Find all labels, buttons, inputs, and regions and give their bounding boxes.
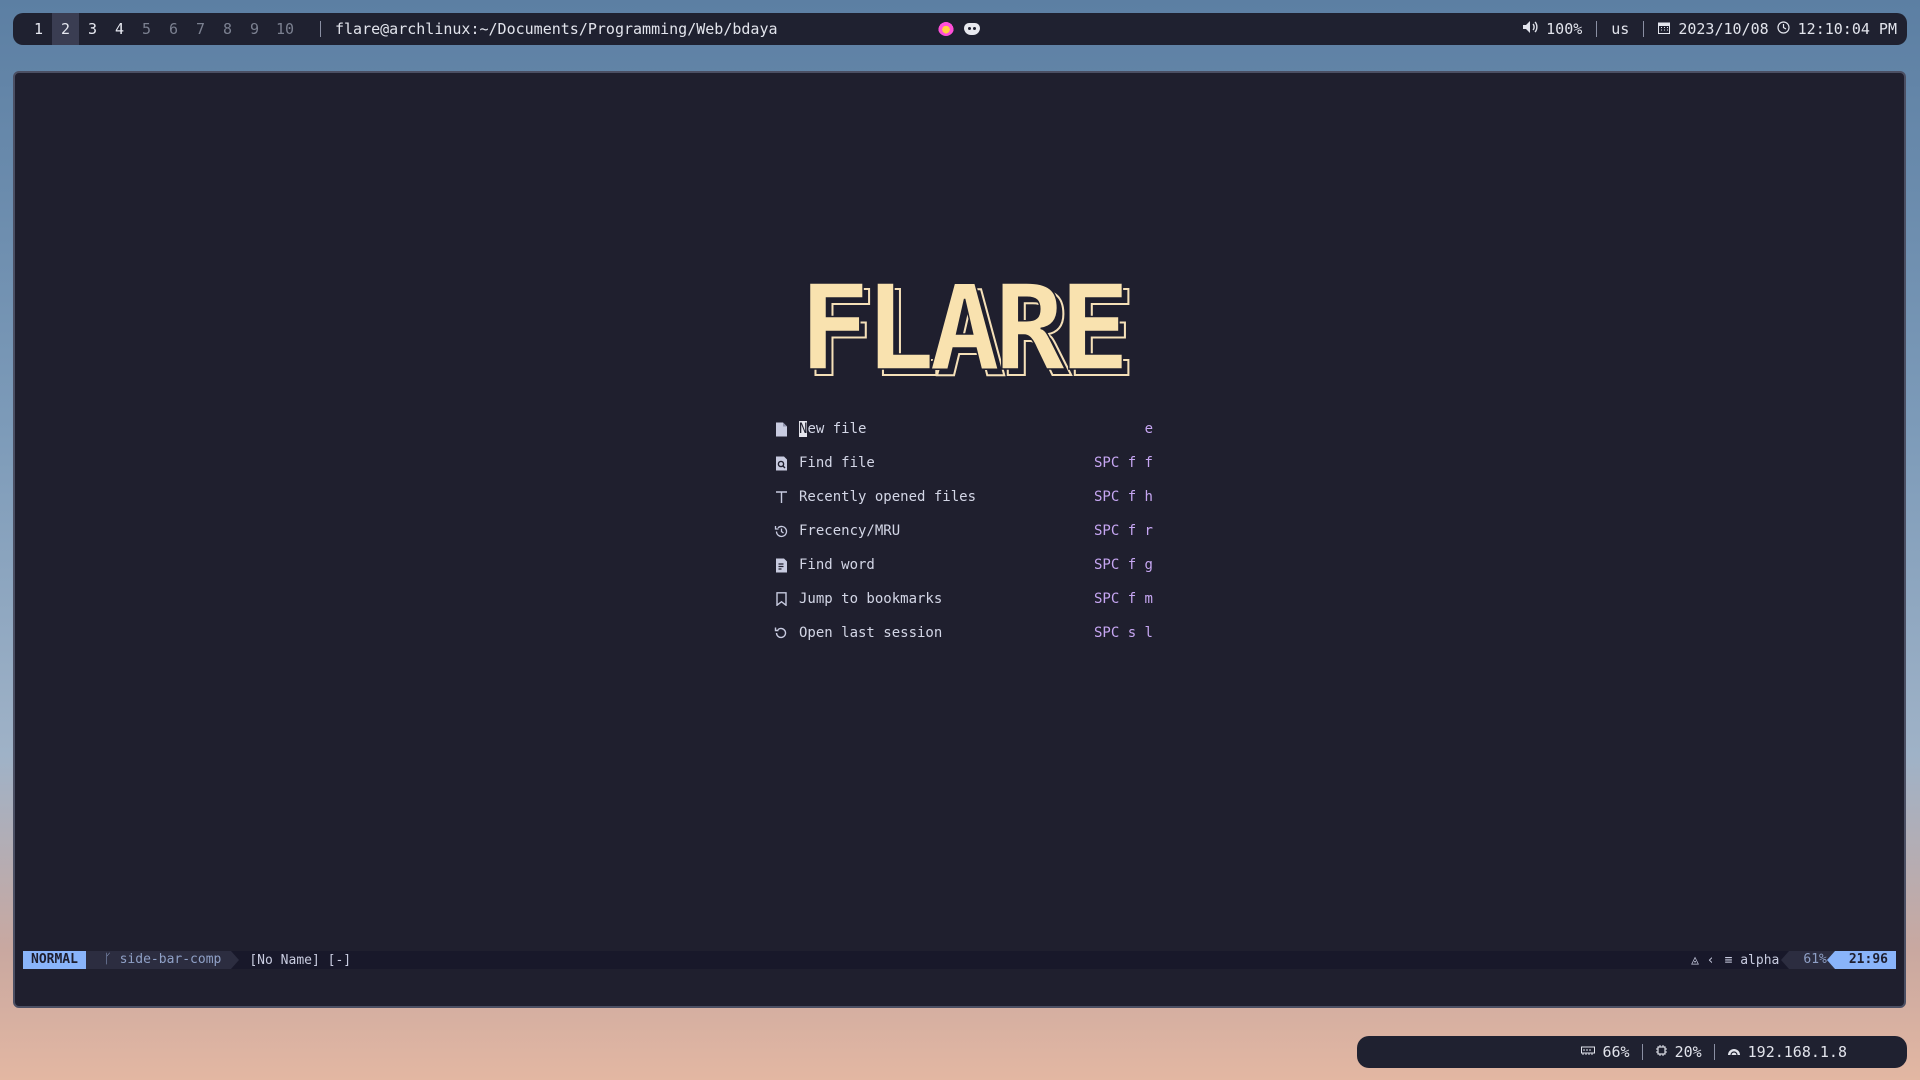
window-title: flare@archlinux:~/Documents/Programming/…: [335, 20, 778, 38]
filetype-label: alpha: [1740, 952, 1780, 968]
menu-shortcut: SPC f g: [1093, 557, 1153, 573]
menu-item-find-file[interactable]: Find file SPC f f: [759, 446, 1179, 480]
cpu-usage: 20%: [1674, 1043, 1702, 1061]
network-status[interactable]: 192.168.1.8: [1727, 1043, 1847, 1061]
linux-icon: ◬ ‹: [1691, 952, 1715, 968]
divider: [320, 21, 321, 37]
find-word-icon: [773, 557, 789, 573]
menu-shortcut: SPC f h: [1093, 489, 1153, 505]
cursor-position: 21:96: [1826, 951, 1896, 969]
menu-item-new-file[interactable]: New file e: [759, 412, 1179, 446]
dashboard-menu: New file e Find file SPC f f Recently op…: [759, 412, 1179, 650]
terminal-window[interactable]: FLARE FLARE New file e Find file SPC f f…: [13, 71, 1906, 1008]
top-status-area: 100% us 2023/10/08 12:10:04 PM: [1522, 13, 1897, 45]
git-branch-name: side-bar-comp: [119, 952, 222, 967]
cpu-icon: [1655, 1044, 1668, 1060]
menu-shortcut: SPC f m: [1093, 591, 1153, 607]
filetype-icon: ≡: [1724, 952, 1741, 968]
workspace-5[interactable]: 5: [133, 13, 160, 45]
bookmark-icon: [773, 591, 789, 607]
memory-icon: [1581, 1045, 1596, 1059]
workspace-6[interactable]: 6: [160, 13, 187, 45]
bottom-bar: 66% 20% 192.168.1.8: [1357, 1036, 1907, 1068]
statusline-right: ◬ ‹ ≡ alpha 61% 21:96: [1691, 951, 1896, 969]
workspace-2[interactable]: 2: [52, 13, 79, 45]
session-icon: [773, 625, 789, 641]
file-name: [No Name] [-]: [249, 952, 352, 968]
discord-icon[interactable]: [964, 23, 980, 35]
find-file-icon: [773, 455, 789, 471]
clock-icon: [1777, 20, 1790, 38]
recent-icon: [773, 489, 789, 505]
workspace-9[interactable]: 9: [241, 13, 268, 45]
workspace-10[interactable]: 10: [268, 13, 302, 45]
logo-text: FLARE: [799, 277, 1124, 387]
git-branch[interactable]: ᚴ side-bar-comp: [85, 951, 240, 969]
menu-shortcut: SPC s l: [1093, 625, 1153, 641]
statusline: NORMAL ᚴ side-bar-comp [No Name] [-] ◬ ‹…: [23, 951, 1896, 969]
flare-logo: FLARE FLARE: [798, 277, 1137, 387]
memory-status[interactable]: 66%: [1581, 1043, 1630, 1061]
memory-usage: 66%: [1602, 1043, 1630, 1061]
divider: [1596, 21, 1598, 37]
flameshot-icon[interactable]: [938, 20, 954, 36]
menu-label: Frecency/MRU: [799, 523, 901, 539]
menu-item-recent-files[interactable]: Recently opened files SPC f h: [759, 480, 1179, 514]
network-icon: [1727, 1045, 1741, 1059]
ip-address: 192.168.1.8: [1747, 1043, 1847, 1061]
menu-label: Find word: [799, 557, 875, 573]
menu-label: Jump to bookmarks: [799, 591, 943, 607]
divider: [1641, 1044, 1643, 1060]
menu-label: Recently opened files: [799, 489, 977, 505]
menu-item-bookmarks[interactable]: Jump to bookmarks SPC f m: [759, 582, 1179, 616]
top-bar: 1 2 3 4 5 6 7 8 9 10 flare@archlinux:~/D…: [13, 13, 1907, 45]
workspace-list: 1 2 3 4 5 6 7 8 9 10: [25, 13, 302, 45]
menu-label: Open last session: [799, 625, 943, 641]
volume-level[interactable]: 100%: [1546, 20, 1582, 38]
menu-shortcut: SPC f f: [1093, 455, 1153, 471]
filetype: ≡ alpha: [1725, 953, 1780, 968]
divider: [1643, 21, 1645, 37]
system-tray: [938, 20, 980, 36]
menu-label: New file: [799, 421, 866, 437]
cpu-status[interactable]: 20%: [1655, 1043, 1702, 1061]
menu-label: Find file: [799, 455, 875, 471]
volume-icon[interactable]: [1522, 20, 1538, 38]
workspace-4[interactable]: 4: [106, 13, 133, 45]
history-icon: [773, 523, 789, 539]
time[interactable]: 12:10:04 PM: [1798, 20, 1897, 38]
menu-shortcut: e: [1144, 421, 1153, 437]
menu-label-rest: ew file: [807, 421, 867, 437]
workspace-1[interactable]: 1: [25, 13, 52, 45]
menu-shortcut: SPC f r: [1093, 523, 1153, 539]
date[interactable]: 2023/10/08: [1678, 20, 1768, 38]
mode-indicator: NORMAL: [23, 951, 96, 969]
menu-item-find-word[interactable]: Find word SPC f g: [759, 548, 1179, 582]
menu-item-last-session[interactable]: Open last session SPC s l: [759, 616, 1179, 650]
workspace-3[interactable]: 3: [79, 13, 106, 45]
workspace-8[interactable]: 8: [214, 13, 241, 45]
workspace-7[interactable]: 7: [187, 13, 214, 45]
calendar-icon: [1658, 20, 1671, 38]
divider: [1713, 1044, 1715, 1060]
menu-item-frecency[interactable]: Frecency/MRU SPC f r: [759, 514, 1179, 548]
keyboard-layout[interactable]: us: [1611, 20, 1629, 38]
file-icon: [773, 421, 789, 437]
git-branch-icon: ᚴ: [103, 952, 120, 967]
